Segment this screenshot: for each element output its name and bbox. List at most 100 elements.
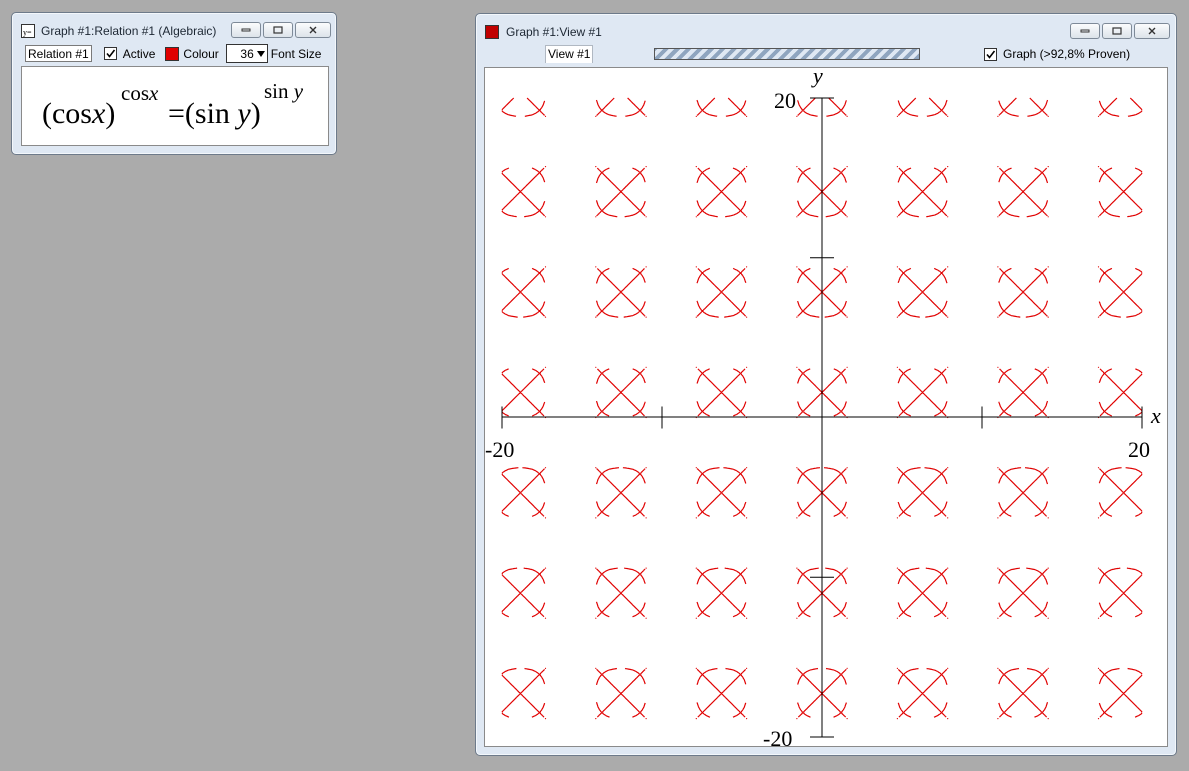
solution-dot <box>846 567 848 569</box>
relation-name-field[interactable]: Relation #1 <box>25 45 92 62</box>
solution-dot <box>796 166 798 168</box>
solution-dot <box>595 366 597 368</box>
solution-dot <box>997 115 999 117</box>
solution-dot <box>796 266 798 268</box>
solution-dot <box>1097 216 1100 218</box>
solution-dot <box>1097 667 1100 670</box>
solution-dot <box>947 316 949 318</box>
font-size-select[interactable]: 36 <box>225 44 268 63</box>
solution-dot <box>1047 567 1049 569</box>
solution-dot <box>746 617 748 619</box>
relation-window-title: Graph #1:Relation #1 (Algebraic) <box>41 24 217 38</box>
close-button[interactable] <box>1134 23 1170 39</box>
solution-dot <box>1047 667 1049 670</box>
solution-dot <box>1097 567 1100 569</box>
proof-progress-bar <box>654 48 920 60</box>
solution-dot <box>796 467 798 469</box>
graph-toggle: Graph (>92,8% Proven) <box>984 47 1130 61</box>
solution-dot <box>746 718 748 720</box>
graph-view[interactable]: x y -20 20 20 -20 <box>484 67 1168 747</box>
solution-dot <box>595 567 597 569</box>
solution-dot <box>947 718 949 720</box>
maximize-button[interactable] <box>263 22 293 38</box>
solution-dot <box>1047 266 1049 268</box>
solution-dot <box>896 266 898 268</box>
solution-dot <box>947 115 949 117</box>
solution-dot <box>846 517 848 519</box>
solution-dot <box>746 216 748 218</box>
solution-dot <box>544 216 547 218</box>
relation-plot[interactable]: x y -20 20 20 -20 <box>485 68 1167 746</box>
solution-dot <box>746 266 748 268</box>
solution-dot <box>695 366 697 368</box>
solution-dot <box>947 667 949 670</box>
solution-dot <box>846 617 848 619</box>
solution-dot <box>645 718 647 720</box>
close-button[interactable] <box>295 22 331 38</box>
solution-dot <box>595 216 597 218</box>
solution-dot <box>645 366 647 368</box>
solution-dot <box>645 115 647 117</box>
x-min-tick-label: -20 <box>485 437 514 462</box>
solution-dot <box>746 567 748 569</box>
solution-dot <box>947 266 949 268</box>
solution-dot <box>846 667 848 670</box>
solution-dot <box>746 316 748 318</box>
solution-dot <box>796 617 798 619</box>
equation-rhs: =(sin y) <box>168 97 261 130</box>
x-max-tick-label: 20 <box>1128 437 1150 462</box>
solution-dot <box>695 316 697 318</box>
equation-rhs-exponent: sin y <box>264 79 304 103</box>
solution-dot <box>997 617 999 619</box>
solution-dot <box>796 718 798 720</box>
font-size-label: Font Size <box>270 46 322 61</box>
equation-display: (cosx) cosx =(sin y) sin y <box>21 66 329 146</box>
solution-dot <box>695 567 697 569</box>
minimize-button[interactable] <box>231 22 261 38</box>
solution-dot <box>695 517 697 519</box>
solution-dot <box>746 166 748 168</box>
solution-dot <box>544 366 547 368</box>
solution-dot <box>1097 366 1100 368</box>
solution-dot <box>997 718 999 720</box>
maximize-button[interactable] <box>1102 23 1132 39</box>
solution-dot <box>796 316 798 318</box>
chevron-down-icon <box>256 50 265 57</box>
active-checkbox[interactable] <box>103 47 117 60</box>
graph-checkbox[interactable] <box>984 47 997 61</box>
relation-icon: y= <box>21 24 35 38</box>
solution-dot <box>1047 517 1049 519</box>
solution-dot <box>1047 617 1049 619</box>
solution-dot <box>1047 718 1049 720</box>
solution-dot <box>896 166 898 168</box>
solution-dot <box>595 316 597 318</box>
minimize-icon <box>1080 29 1090 33</box>
solution-dot <box>544 617 547 619</box>
solution-dot <box>544 667 547 670</box>
minimize-button[interactable] <box>1070 23 1100 39</box>
relation-window-titlebar[interactable]: y= Graph #1:Relation #1 (Algebraic) <box>12 13 336 43</box>
solution-dot <box>846 718 848 720</box>
solution-dot <box>645 617 647 619</box>
view-window-title: Graph #1:View #1 <box>506 25 602 39</box>
solution-dot <box>1047 115 1049 117</box>
solution-dot <box>695 467 697 469</box>
equation-lhs: (cosx) <box>42 97 116 130</box>
solution-dot <box>595 617 597 619</box>
solution-dot <box>846 366 848 368</box>
colour-swatch[interactable] <box>165 46 180 61</box>
solution-dot <box>896 366 898 368</box>
solution-dot <box>595 166 597 168</box>
solution-dot <box>796 517 798 519</box>
solution-dot <box>896 115 898 117</box>
view-window-titlebar[interactable]: Graph #1:View #1 <box>476 14 1176 44</box>
solution-dot <box>796 667 798 670</box>
solution-dot <box>1097 266 1100 268</box>
solution-dot <box>1047 216 1049 218</box>
solution-dot <box>544 467 547 469</box>
tab-view-1[interactable]: View #1 <box>545 45 594 63</box>
solution-dot <box>997 667 999 670</box>
graph-icon <box>485 25 499 39</box>
solution-dot <box>896 467 898 469</box>
solution-dot <box>896 718 898 720</box>
